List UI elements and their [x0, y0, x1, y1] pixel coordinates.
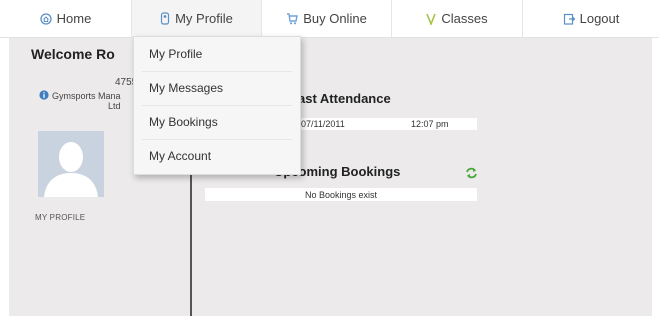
- page-body: Welcome Ro 4755 Gymsports Mana Ltd MY PR…: [9, 38, 652, 316]
- attendance-date: 07/11/2011: [301, 119, 345, 129]
- welcome-heading: Welcome Ro: [31, 46, 115, 62]
- last-attendance-title: ast Attendance: [298, 91, 391, 106]
- classes-icon: [426, 13, 437, 25]
- home-icon: [40, 12, 52, 25]
- menu-item-my-messages[interactable]: My Messages: [134, 71, 300, 105]
- nav-my-profile-label: My Profile: [175, 11, 233, 26]
- menu-item-my-account[interactable]: My Account: [134, 139, 300, 173]
- refresh-icon[interactable]: [465, 166, 478, 184]
- nav-classes-label: Classes: [441, 11, 488, 26]
- menu-item-my-profile[interactable]: My Profile: [134, 37, 300, 71]
- nav-buy-online-label: Buy Online: [303, 11, 367, 26]
- menu-item-my-bookings[interactable]: My Bookings: [134, 105, 300, 139]
- nav-home[interactable]: Home: [0, 0, 132, 37]
- info-icon: [39, 90, 49, 103]
- logout-icon: [563, 13, 575, 25]
- my-profile-dropdown: My Profile My Messages My Bookings My Ac…: [133, 36, 301, 175]
- nav-logout[interactable]: Logout: [523, 0, 659, 37]
- person-icon: [160, 12, 170, 25]
- nav-my-profile[interactable]: My Profile: [132, 0, 262, 37]
- avatar: [38, 131, 104, 197]
- cart-icon: [286, 12, 299, 25]
- nav-logout-label: Logout: [579, 11, 620, 26]
- nav-buy-online[interactable]: Buy Online: [262, 0, 392, 37]
- bookings-empty-text: No Bookings exist: [304, 189, 378, 200]
- attendance-row: 07/11/2011 12:07 pm: [287, 118, 477, 130]
- organisation-line-2: Ltd: [108, 101, 121, 111]
- nav-classes[interactable]: Classes: [392, 0, 523, 37]
- nav-home-label: Home: [56, 11, 92, 26]
- my-profile-link[interactable]: MY PROFILE: [35, 213, 85, 222]
- avatar-silhouette-icon: [38, 131, 104, 197]
- top-navigation: Home My Profile Buy Online Classes Logou…: [0, 0, 659, 38]
- attendance-time: 12:07 pm: [411, 119, 449, 129]
- bookings-empty-row: No Bookings exist: [205, 188, 477, 201]
